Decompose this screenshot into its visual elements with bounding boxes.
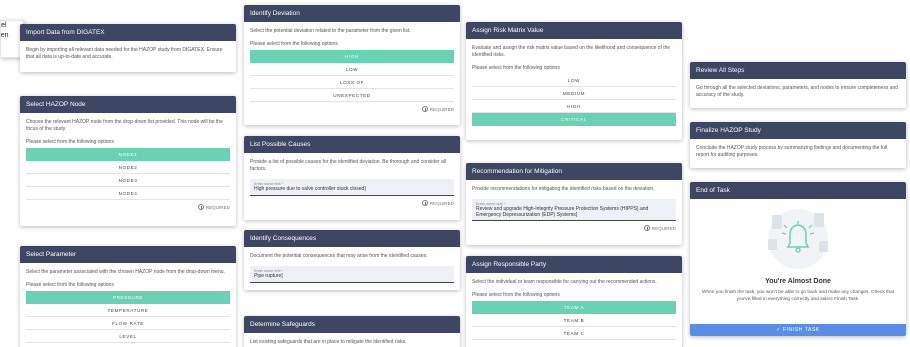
option-node3[interactable]: NODE3 xyxy=(26,174,230,187)
option-team-b[interactable]: TEAM B xyxy=(472,314,676,327)
option-loss-of[interactable]: LOSS OF xyxy=(250,76,454,89)
option-low[interactable]: LOW xyxy=(250,63,454,76)
card-title: Identify Deviation xyxy=(244,5,460,22)
import-card: Import Data from DIGATEX Begin by import… xyxy=(20,24,236,72)
done-text: When you finish the task, you won't be a… xyxy=(701,290,895,302)
review-card: Review All Steps Go through all the sele… xyxy=(690,62,906,108)
done-title: You're Almost Done xyxy=(765,278,831,285)
illustration xyxy=(690,199,906,274)
required-label: REQUIRED xyxy=(429,200,454,206)
option-critical[interactable]: CRITICAL xyxy=(472,113,676,126)
option-medium[interactable]: MEDIUM xyxy=(472,87,676,100)
required-indicator: REQUIRED xyxy=(250,200,454,206)
card-description: Conclude the HAZOP study process by summ… xyxy=(696,145,888,158)
card-title: Finalize HAZOP Study xyxy=(690,122,906,139)
mitigation-card: Recommendation for Mitigation Provide re… xyxy=(466,163,682,245)
option-unexpected[interactable]: UNEXPECTED xyxy=(250,89,454,102)
required-indicator: REQUIRED xyxy=(26,204,230,210)
option-low[interactable]: LOW xyxy=(472,74,676,87)
info-icon xyxy=(421,200,428,206)
options-prompt: Please select from the following options xyxy=(26,139,114,145)
safeguards-card: Determine Safeguards List existing safeg… xyxy=(244,316,460,347)
card-title: End of Task xyxy=(690,182,906,199)
end-card: End of Task You're Almost Done When you … xyxy=(690,182,906,336)
node-card: Select HAZOP Node Choose the relevant HA… xyxy=(20,96,236,226)
option-team-c[interactable]: TEAM C xyxy=(472,327,676,340)
card-description: Document the potential consequences that… xyxy=(250,253,428,259)
card-description: Select the potential deviation related t… xyxy=(250,28,411,34)
option-flow-rate[interactable]: FLOW RATE xyxy=(26,317,230,330)
card-title: Import Data from DIGATEX xyxy=(20,24,236,41)
card-title: Select Parameter xyxy=(20,246,236,263)
info-icon xyxy=(197,204,204,210)
card-title: Determine Safeguards xyxy=(244,316,460,333)
card-title: Review All Steps xyxy=(690,62,906,79)
card-title: Recommendation for Mitigation xyxy=(466,163,682,180)
required-label: REQUIRED xyxy=(429,106,454,112)
card-title: Assign Responsible Party xyxy=(466,256,682,273)
card-title: Identify Consequences xyxy=(244,230,460,247)
finalize-card: Finalize HAZOP Study Conclude the HAZOP … xyxy=(690,122,906,168)
info-icon xyxy=(421,106,428,112)
card-description: Provide a list of possible causes for th… xyxy=(250,159,446,172)
options-prompt: Please select from the following options xyxy=(472,65,560,71)
option-high[interactable]: HIGH xyxy=(250,50,454,63)
option-temperature[interactable]: TEMPERATURE xyxy=(26,304,230,317)
causes-input[interactable]: Enter some text * High pressure due to v… xyxy=(250,179,454,196)
option-node4[interactable]: NODE4 xyxy=(26,187,230,200)
card-description: List existing safeguards that are in pla… xyxy=(250,339,407,345)
finish-task-button[interactable]: ✓ FINISH TASK xyxy=(690,324,906,336)
card-description: Go through all the selected deviations, … xyxy=(696,85,899,98)
option-node2[interactable]: NODE2 xyxy=(26,161,230,174)
required-label: REQUIRED xyxy=(205,204,230,210)
card-description: Provide recommendations for mitigating t… xyxy=(472,186,655,192)
options-prompt: Please select from the following options xyxy=(250,41,338,47)
card-title: List Possible Causes xyxy=(244,136,460,153)
field-value: Pipe rupture] xyxy=(254,273,283,279)
card-description: Evaluate and assign the risk matrix valu… xyxy=(472,45,671,58)
consequences-card: Identify Consequences Document the poten… xyxy=(244,230,460,290)
card-description: Select the individual or team responsibl… xyxy=(472,279,657,285)
party-card: Assign Responsible Party Select the indi… xyxy=(466,256,682,347)
option-pressure[interactable]: PRESSURE xyxy=(26,291,230,304)
card-title: Select HAZOP Node xyxy=(20,96,236,113)
info-icon xyxy=(643,225,650,231)
mitigation-input[interactable]: Enter some text * Review and upgrade Hig… xyxy=(472,199,676,221)
deviation-card: Identify Deviation Select the potential … xyxy=(244,5,460,125)
card-description: Begin by importing all relevant data nee… xyxy=(26,47,223,60)
option-high[interactable]: HIGH xyxy=(472,100,676,113)
check-icon: ✓ xyxy=(776,327,783,333)
causes-card: List Possible Causes Provide a list of p… xyxy=(244,136,460,220)
risk-card: Assign Risk Matrix Value Evaluate and as… xyxy=(466,22,682,140)
option-level[interactable]: LEVEL xyxy=(26,330,230,343)
consequences-input[interactable]: Enter some text * Pipe rupture] xyxy=(250,266,454,283)
required-indicator: REQUIRED xyxy=(472,225,676,231)
options-prompt: Please select from the following options xyxy=(26,282,114,288)
bell-illustration-icon xyxy=(768,209,828,269)
options-prompt: Please select from the following options xyxy=(472,292,560,298)
field-value: Review and upgrade High-Integrity Pressu… xyxy=(476,206,649,218)
hazop-board: e rel quen Import Data from DIGATEX Begi… xyxy=(0,0,910,347)
option-node1[interactable]: NODE1 xyxy=(26,148,230,161)
parameter-card: Select Parameter Select the parameter as… xyxy=(20,246,236,347)
card-description: Select the parameter associated with the… xyxy=(26,269,225,275)
finish-label: FINISH TASK xyxy=(782,327,820,333)
option-team-a[interactable]: TEAM A xyxy=(472,301,676,314)
field-value: High pressure due to valve controller st… xyxy=(254,186,366,192)
card-title: Assign Risk Matrix Value xyxy=(466,22,682,39)
required-label: REQUIRED xyxy=(651,225,676,231)
required-indicator: REQUIRED xyxy=(250,106,454,112)
card-description: Choose the relevant HAZOP node from the … xyxy=(26,119,223,132)
